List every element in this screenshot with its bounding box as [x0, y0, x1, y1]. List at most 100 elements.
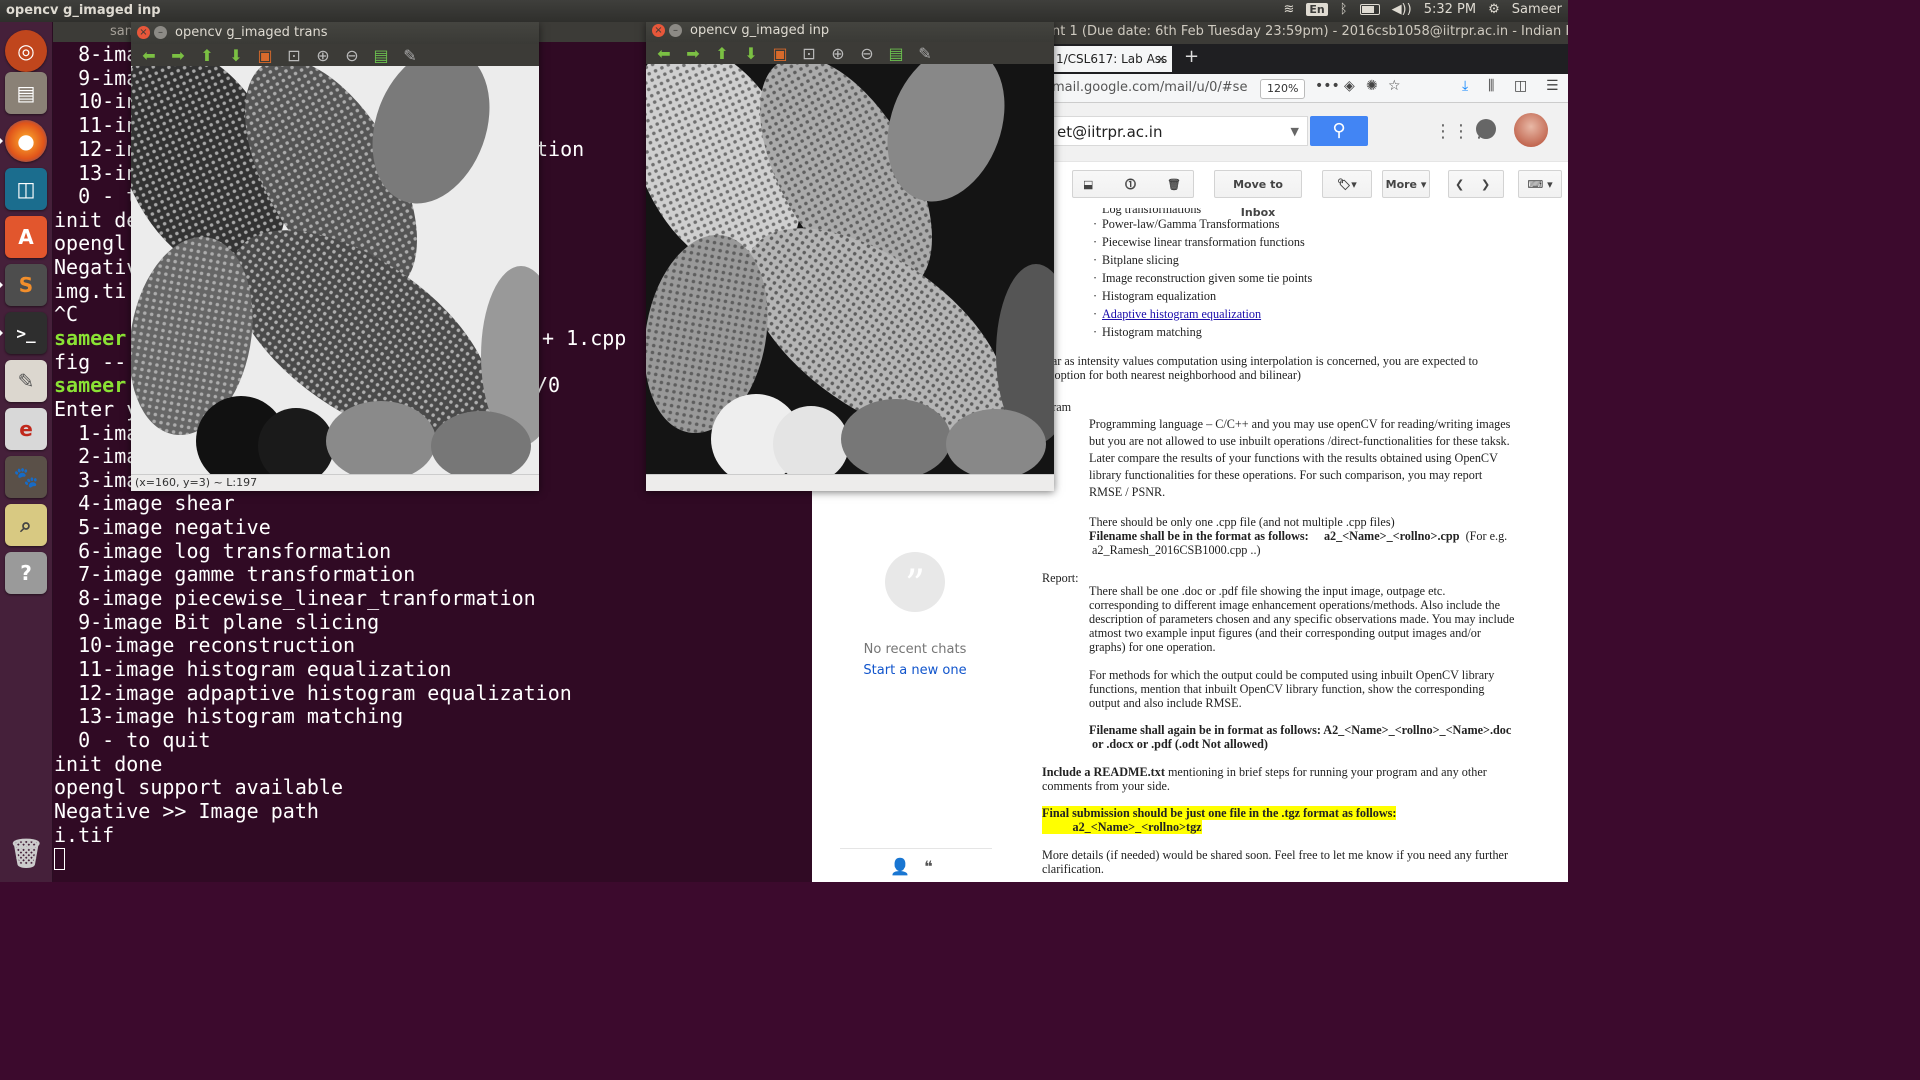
terminal-line: 4-image shear	[78, 491, 235, 515]
zoom-out-icon[interactable]: ⊖	[340, 45, 364, 65]
user-name[interactable]: Sameer	[1512, 2, 1562, 17]
bookmark-star-icon[interactable]: ☆	[1388, 78, 1401, 94]
settings-gear-icon[interactable]: ⚙	[1488, 2, 1500, 17]
zoom-in-icon[interactable]: ⊕	[826, 43, 850, 63]
tab-lab-assignment[interactable]: 1/CSL617: Lab Ass ×	[1052, 46, 1172, 72]
clock[interactable]: 5:32 PM	[1424, 2, 1476, 17]
image-viewer-icon[interactable]: ⌕	[5, 504, 47, 546]
no-recent-chats-label: No recent chats	[863, 642, 967, 657]
labels-button[interactable]: 🏷▾	[1322, 170, 1372, 198]
properties-icon[interactable]: ✎	[398, 45, 422, 65]
hangouts-icon[interactable]: ❝	[924, 857, 933, 876]
zoom-level[interactable]: 120%	[1260, 79, 1306, 99]
text-editor-icon[interactable]: ✎	[5, 360, 47, 402]
properties-icon[interactable]: ✎	[913, 43, 937, 63]
new-tab-button[interactable]: +	[1184, 46, 1199, 67]
software-center-icon[interactable]: A	[5, 216, 47, 258]
minimize-button[interactable]: –	[669, 24, 682, 37]
sidebar-icon[interactable]: ◫	[1514, 78, 1527, 94]
ubuntu-dash-icon[interactable]: ◎	[5, 30, 47, 72]
arrow-up-icon[interactable]: ⬆	[710, 43, 734, 63]
window-titlebar[interactable]: × – opencv g_imaged trans	[131, 22, 539, 44]
trash-icon[interactable]: 🗑	[5, 832, 47, 874]
terminal-line: 2-ima	[78, 444, 139, 468]
download-icon[interactable]: ⤓	[1462, 78, 1468, 94]
input-tools-button[interactable]: ⌨ ▾	[1518, 170, 1562, 198]
archive-icon[interactable]: ⬓	[1083, 171, 1093, 199]
arrow-up-icon[interactable]: ⬆	[195, 45, 219, 65]
battery-icon[interactable]	[1359, 4, 1380, 15]
more-button[interactable]: More ▾	[1382, 170, 1430, 198]
terminal-line: 0 - to quit	[78, 728, 211, 752]
status-bar: (x=160, y=3) ~ L:197	[131, 474, 539, 491]
list-item: Histogram matching	[1093, 325, 1202, 339]
delete-icon[interactable]: 🗑	[1167, 171, 1181, 199]
wifi-icon[interactable]: ≋	[1283, 2, 1294, 17]
minimize-button[interactable]: –	[154, 26, 167, 39]
terminal-line: 11-image histogram equalization	[78, 657, 452, 681]
list-item: Power-law/Gamma Transformations	[1093, 217, 1279, 231]
terminal-line: opengl	[54, 231, 127, 255]
extension-icon[interactable]: ✺	[1366, 78, 1378, 94]
notifications-icon[interactable]	[1476, 119, 1496, 139]
close-button[interactable]: ×	[137, 26, 150, 39]
next-icon[interactable]: ❯	[1481, 171, 1490, 199]
sublime-text-icon[interactable]: S	[0, 264, 47, 306]
help-icon[interactable]: ?	[5, 552, 47, 594]
url-bar[interactable]: mail.google.com/mail/u/0/#se	[1052, 77, 1252, 99]
terminal-prompt: sameer	[54, 326, 127, 350]
arrow-down-icon[interactable]: ⬇	[739, 43, 763, 63]
zoom-fit-icon[interactable]: ⊡	[797, 43, 821, 63]
paragraph: but you are not allowed to use inbuilt o…	[1089, 434, 1510, 448]
arrow-left-icon[interactable]: ⬅	[652, 43, 676, 63]
image-icon[interactable]: ▣	[768, 43, 792, 63]
pocket-icon[interactable]: ◈	[1344, 78, 1355, 94]
paragraph: comments from your side.	[1042, 779, 1170, 793]
transformed-image[interactable]	[131, 66, 539, 474]
prev-icon[interactable]: ❮	[1455, 171, 1464, 199]
files-icon[interactable]: ▤	[5, 72, 47, 114]
adaptive-histogram-link[interactable]: Adaptive histogram equalization	[1102, 307, 1261, 321]
move-to-inbox-button[interactable]: Move to Inbox	[1214, 170, 1302, 219]
gimp-icon[interactable]: 🐾	[5, 456, 47, 498]
save-icon[interactable]: ▤	[884, 43, 908, 63]
arrow-right-icon[interactable]: ➡	[681, 43, 705, 63]
window-titlebar[interactable]: × – opencv g_imaged inp	[646, 20, 1054, 42]
workspace-switcher-icon[interactable]: ◫	[5, 168, 47, 210]
report-spam-icon[interactable]: ⓵	[1125, 171, 1136, 199]
zoom-in-icon[interactable]: ⊕	[311, 45, 335, 65]
bluetooth-icon[interactable]: ᛒ	[1340, 2, 1348, 17]
close-button[interactable]: ×	[652, 24, 665, 37]
paragraph: description of parameters chosen and any…	[1089, 612, 1515, 626]
tab-close-button[interactable]: ×	[1156, 46, 1166, 72]
terminal-title: san	[110, 24, 133, 39]
search-options-dropdown-icon[interactable]: ▼	[1291, 117, 1299, 147]
start-new-chat-link[interactable]: Start a new one	[840, 663, 990, 678]
zoom-out-icon[interactable]: ⊖	[855, 43, 879, 63]
keyboard-layout-indicator[interactable]: En	[1306, 3, 1328, 16]
library-icon[interactable]: ⫼	[1488, 78, 1494, 94]
terminal-icon[interactable]: >_	[0, 312, 47, 354]
terminal-line: img.ti	[54, 279, 127, 303]
save-icon[interactable]: ▤	[369, 45, 393, 65]
firefox-icon[interactable]: ●	[0, 120, 47, 162]
arrow-left-icon[interactable]: ⬅	[137, 45, 161, 65]
paragraph: There should be only one .cpp file (and …	[1089, 515, 1395, 529]
document-viewer-icon[interactable]: e	[5, 408, 47, 450]
page-actions-button[interactable]: •••	[1315, 78, 1340, 94]
opencv-inp-window[interactable]: × – opencv g_imaged inp ⬅ ➡ ⬆ ⬇ ▣ ⊡ ⊕ ⊖ …	[646, 20, 1054, 491]
opencv-trans-window[interactable]: × – opencv g_imaged trans ⬅ ➡ ⬆ ⬇ ▣ ⊡ ⊕ …	[131, 22, 539, 491]
zoom-fit-icon[interactable]: ⊡	[282, 45, 306, 65]
arrow-down-icon[interactable]: ⬇	[224, 45, 248, 65]
highlighted-text: a2_<Name>_<rollno>tgz	[1042, 820, 1202, 834]
arrow-right-icon[interactable]: ➡	[166, 45, 190, 65]
volume-icon[interactable]: ◀))	[1392, 2, 1412, 17]
person-icon[interactable]: 👤	[890, 857, 910, 876]
search-button[interactable]: ⚲	[1310, 116, 1368, 146]
input-image[interactable]	[646, 64, 1054, 474]
gmail-search-input[interactable]: et@iitrpr.ac.in ▼	[1052, 116, 1308, 146]
image-icon[interactable]: ▣	[253, 45, 277, 65]
paragraph: Filename shall again be in format as fol…	[1089, 723, 1512, 737]
avatar[interactable]	[1514, 113, 1548, 147]
menu-icon[interactable]: ☰	[1546, 78, 1559, 94]
